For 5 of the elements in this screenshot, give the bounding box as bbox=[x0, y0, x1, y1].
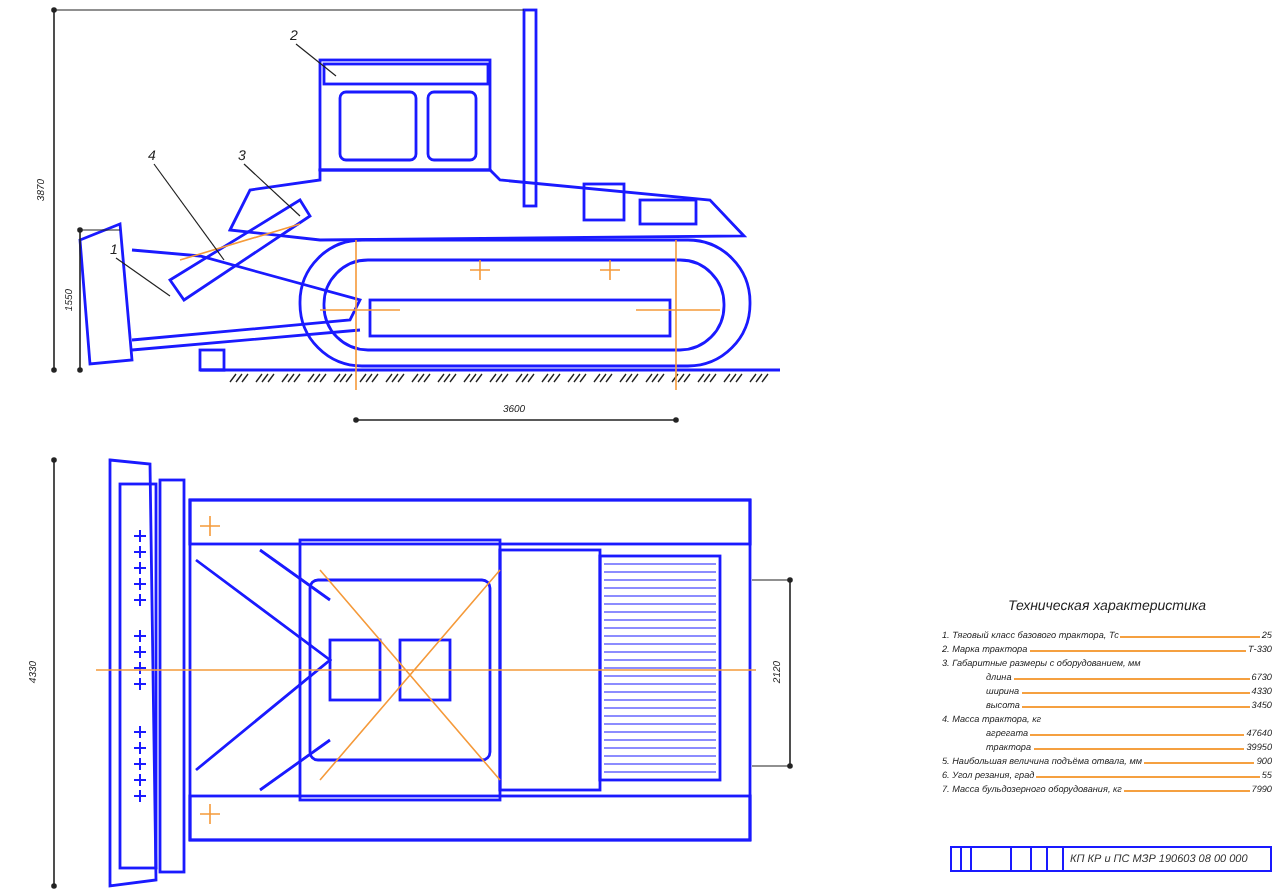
extension-line bbox=[79, 229, 121, 231]
extension-line bbox=[751, 579, 791, 581]
leader-line bbox=[243, 163, 301, 217]
leader-line bbox=[295, 43, 337, 77]
extension-line bbox=[751, 765, 791, 767]
